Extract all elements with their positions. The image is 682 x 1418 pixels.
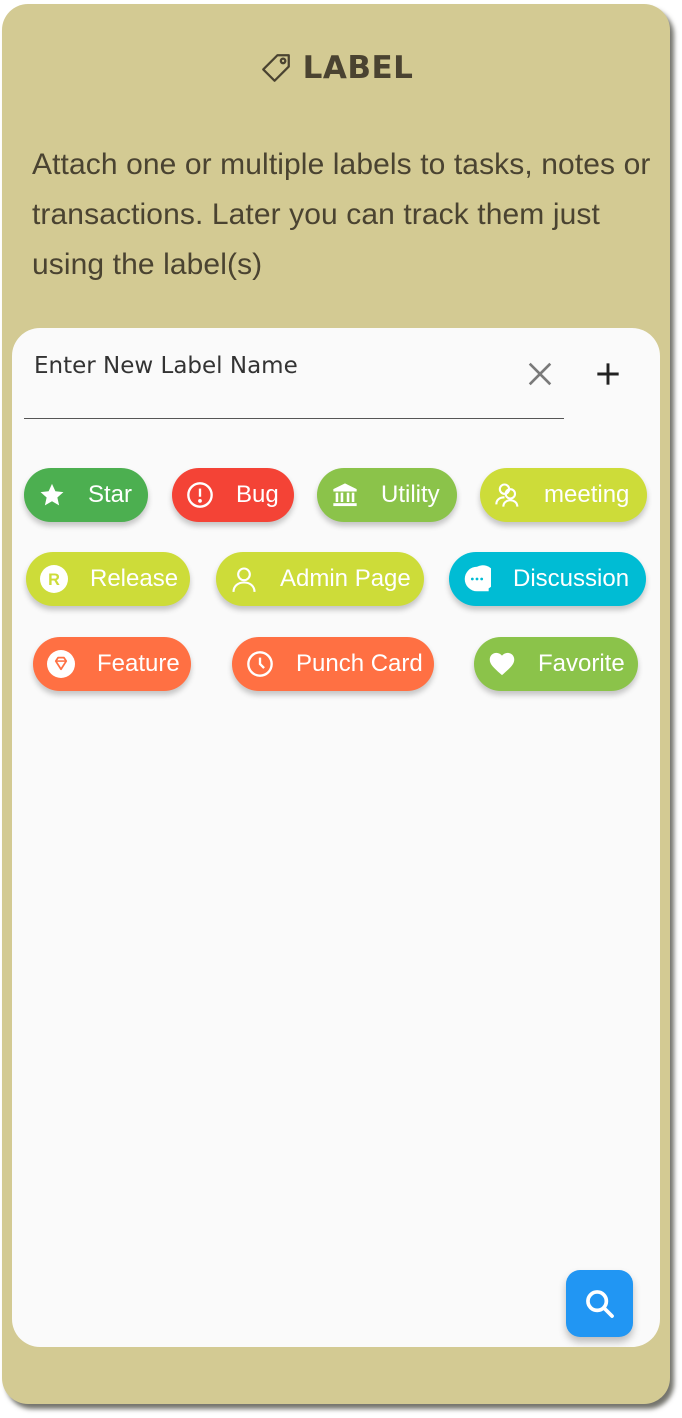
new-label-input[interactable] bbox=[34, 346, 494, 386]
add-label-button[interactable] bbox=[592, 358, 624, 390]
label-chip-release[interactable]: R Release bbox=[26, 552, 190, 606]
tag-icon bbox=[259, 51, 293, 85]
label-chip-text: Punch Card bbox=[296, 650, 423, 677]
label-chip-text: Release bbox=[90, 565, 179, 592]
label-chip-text: Bug bbox=[236, 481, 279, 508]
clear-button[interactable] bbox=[524, 358, 556, 390]
plus-icon bbox=[597, 363, 619, 385]
label-chip-bug[interactable]: Bug bbox=[172, 468, 294, 522]
description-text: Attach one or multiple labels to tasks, … bbox=[32, 148, 651, 281]
label-chip-punch-card[interactable]: Punch Card bbox=[232, 637, 434, 691]
label-chip-text: Favorite bbox=[538, 650, 625, 677]
person-icon bbox=[230, 565, 258, 593]
header: LABEL bbox=[2, 44, 670, 92]
chat-bubble-icon bbox=[463, 565, 491, 593]
search-icon bbox=[585, 1289, 614, 1318]
label-chip-text: Admin Page bbox=[280, 565, 411, 592]
label-chip-feature[interactable]: Feature bbox=[33, 637, 191, 691]
label-chip-text: Feature bbox=[97, 650, 180, 677]
label-chip-text: Utility bbox=[381, 481, 440, 508]
people-icon bbox=[494, 481, 522, 509]
diamond-icon bbox=[47, 650, 75, 678]
close-icon bbox=[528, 362, 552, 386]
clock-icon bbox=[246, 650, 274, 678]
label-chip-admin-page[interactable]: Admin Page bbox=[216, 552, 424, 606]
label-chip-favorite[interactable]: Favorite bbox=[474, 637, 638, 691]
search-button[interactable] bbox=[566, 1270, 633, 1337]
new-label-field bbox=[24, 328, 564, 419]
label-chip-text: Star bbox=[88, 481, 133, 508]
labels-panel: Star Bug Utility meeting R Release bbox=[12, 328, 660, 1347]
label-chip-text: meeting bbox=[544, 481, 630, 508]
heart-icon bbox=[488, 650, 516, 678]
label-chip-meeting[interactable]: meeting bbox=[480, 468, 647, 522]
label-card: LABEL Attach one or multiple labels to t… bbox=[2, 4, 670, 1404]
page-title: LABEL bbox=[302, 50, 414, 86]
label-chip-discussion[interactable]: Discussion bbox=[449, 552, 646, 606]
label-chip-star[interactable]: Star bbox=[24, 468, 148, 522]
label-chip-utility[interactable]: Utility bbox=[317, 468, 457, 522]
star-icon bbox=[38, 481, 66, 509]
svg-text:R: R bbox=[48, 571, 60, 589]
label-chip-text: Discussion bbox=[513, 565, 630, 592]
r-circle-icon: R bbox=[40, 565, 68, 593]
bank-icon bbox=[331, 481, 359, 509]
alert-circle-icon bbox=[186, 481, 214, 509]
